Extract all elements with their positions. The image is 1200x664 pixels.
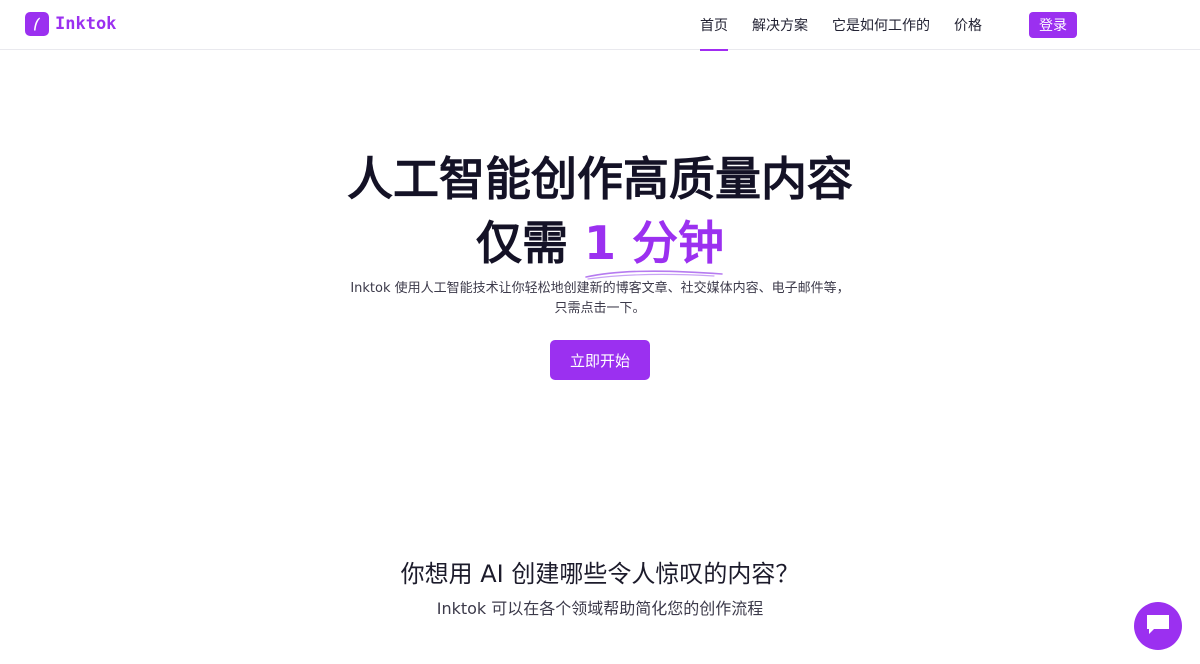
chat-bubble-icon <box>1145 612 1171 640</box>
hero-title-line-1: 人工智能创作高质量内容 <box>347 152 853 206</box>
features-title: 你想用 AI 创建哪些令人惊叹的内容？ <box>400 560 800 588</box>
hero-title: 人工智能创作高质量内容 仅需 1 分钟 <box>0 147 1200 280</box>
hero-highlight-text: 1 分钟 <box>583 216 725 270</box>
hero-title-highlight: 1 分钟 <box>583 211 725 280</box>
chat-launcher-button[interactable] <box>1134 602 1182 650</box>
brand-name: Inktok <box>55 14 117 34</box>
hero-title-line-2: 仅需 1 分钟 <box>0 211 1200 280</box>
hero-description: Inktok 使用人工智能技术让你轻松地创建新的博客文章、社交媒体内容、电子邮件… <box>350 281 850 316</box>
login-button[interactable]: 登录 <box>1029 12 1077 38</box>
main-nav: 首页 解决方案 它是如何工作的 价格 登录 <box>700 0 1077 51</box>
features-subtitle: Inktok 可以在各个领域帮助简化您的创作流程 <box>436 599 764 618</box>
nav-item-how-it-works[interactable]: 它是如何工作的 <box>832 0 930 50</box>
feather-logo-icon <box>25 12 49 36</box>
nav-item-solutions[interactable]: 解决方案 <box>752 0 808 50</box>
brand-logo[interactable]: Inktok <box>25 12 116 36</box>
top-navbar: Inktok 首页 解决方案 它是如何工作的 价格 登录 <box>0 0 1200 51</box>
nav-item-home[interactable]: 首页 <box>700 0 728 51</box>
hero-title-prefix: 仅需 <box>475 216 568 270</box>
get-started-button[interactable]: 立即开始 <box>550 340 650 380</box>
nav-item-pricing[interactable]: 价格 <box>954 0 982 50</box>
